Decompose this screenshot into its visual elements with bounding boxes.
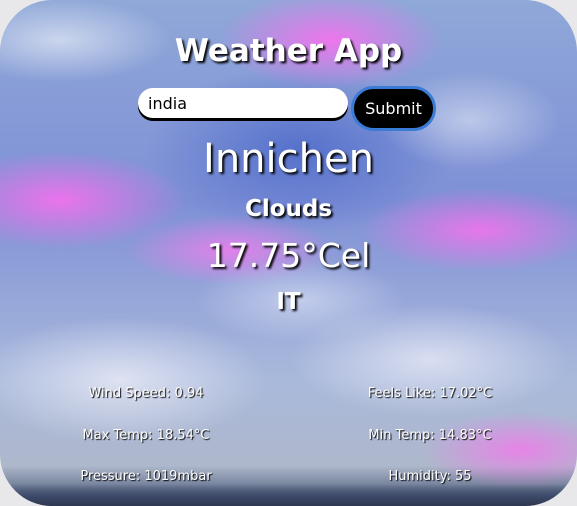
temperature: 17.75°Cel [206,236,371,275]
search-form: Submit [138,86,438,132]
submit-button[interactable]: Submit [351,86,436,131]
background-ground [0,484,577,506]
city-name: Innichen [203,136,374,182]
city-search-input[interactable] [138,88,348,118]
country-code: IT [276,289,301,315]
wind-speed: Wind Speed: 0.94 [88,386,204,401]
feels-like: Feels Like: 17.02°C [367,386,493,401]
min-temp: Min Temp: 14.83°C [368,428,492,443]
humidity: Humidity: 55 [388,469,472,484]
max-temp: Max Temp: 18.54°C [82,428,210,443]
pressure: Pressure: 1019mbar [80,469,212,484]
weather-condition: Clouds [244,196,333,222]
weather-card: Weather App Submit Innichen Clouds 17.75… [0,0,577,506]
app-title: Weather App [174,33,403,69]
